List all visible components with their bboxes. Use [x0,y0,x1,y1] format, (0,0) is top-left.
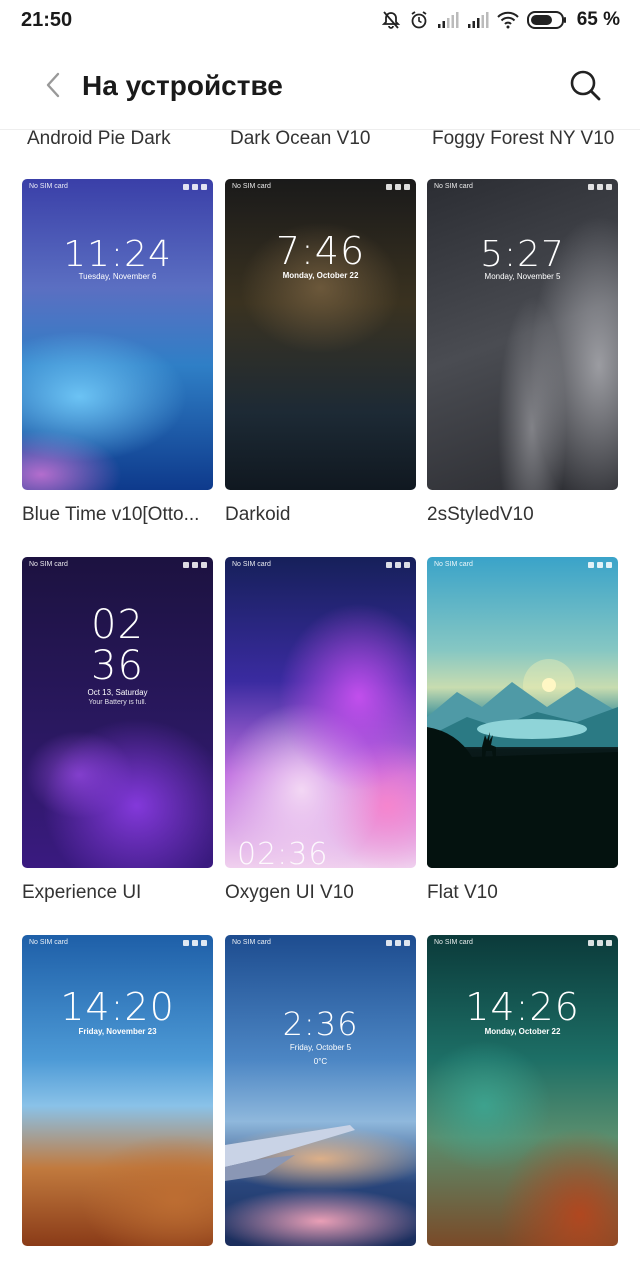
mute-bell-icon [381,11,400,29]
battery-percent: 65 % [576,9,620,30]
thumbnail-clock: 5:27 [480,234,565,275]
theme-card[interactable]: No SIM card 02:36 Oxygen UI V10 [225,557,416,904]
theme-card[interactable]: No SIM card 7:46 Monday, October 22 Dark… [225,179,416,526]
thumbnail-date: Monday, November 5 [484,272,561,281]
page-title: На устройстве [82,70,283,101]
theme-thumbnail[interactable]: No SIM card 14:26 Monday, October 22 [427,935,618,1246]
theme-label: 2sStyledV10 [427,504,534,525]
no-sim-label: No SIM card [29,939,68,946]
theme-label[interactable]: Dark Ocean V10 [230,128,370,150]
no-sim-label: No SIM card [434,939,473,946]
theme-card[interactable]: No SIM card 5:27 Monday, November 5 2sSt… [427,179,618,526]
search-icon [570,70,601,101]
theme-thumbnail[interactable]: No SIM card 2:36 Friday, October 5 0°C [225,935,416,1246]
theme-label: Blue Time v10[Otto... [22,504,200,525]
theme-card[interactable]: No SIM card 14:26 Monday, October 22 [427,935,618,1246]
app-header: На устройстве [0,40,640,130]
theme-card[interactable]: No SIM card 14:20 Friday, November 23 [22,935,213,1246]
no-sim-label: No SIM card [434,183,473,190]
no-sim-label: No SIM card [232,183,271,190]
airplane-wing-illustration [225,1125,355,1181]
thumbnail-clock-minutes: 36 [91,643,144,689]
theme-label: Experience UI [22,882,142,903]
search-button[interactable] [566,66,604,104]
landscape-illustration [427,659,618,868]
thumbnail-clock-hours: 02 [91,602,144,648]
theme-card[interactable]: No SIM card 11:24 Tuesday, November 6 Bl… [22,179,213,526]
theme-card[interactable]: No SIM card 02 36 Oct 13, Saturday Your … [22,557,213,904]
theme-thumbnail[interactable]: No SIM card 02 36 Oct 13, Saturday Your … [22,557,213,868]
theme-grid: Android Pie Dark Dark Ocean V10 Foggy Fo… [0,124,640,1280]
theme-label: Flat V10 [427,882,498,903]
thumbnail-clock: 02:36 [237,837,329,868]
theme-thumbnail[interactable]: No SIM card 02:36 [225,557,416,868]
thumbnail-date: Monday, October 22 [282,271,359,280]
thumbnail-date: Oct 13, Saturday [87,688,148,697]
battery-icon [526,11,566,29]
signal-icon [467,12,489,28]
theme-thumbnail[interactable]: No SIM card 11:24 Tuesday, November 6 [22,179,213,490]
status-bar: 21:50 65 % [0,0,640,40]
theme-thumbnail[interactable]: No SIM card [427,557,618,868]
alarm-icon [411,11,427,29]
theme-label[interactable]: Android Pie Dark [27,128,171,150]
chevron-left-icon [46,72,60,98]
theme-card[interactable]: No SIM card 2:36 Friday, October 5 0°C [225,935,416,1246]
theme-thumbnail[interactable]: No SIM card 5:27 Monday, November 5 [427,179,618,490]
status-time: 21:50 [21,9,73,31]
theme-thumbnail[interactable]: No SIM card 7:46 Monday, October 22 [225,179,416,490]
thumbnail-date: Tuesday, November 6 [78,272,157,281]
thumbnail-clock: 11:24 [63,234,172,275]
theme-label: Oxygen UI V10 [225,882,354,903]
signal-icon [437,12,459,28]
theme-card[interactable]: No SIM card Flat V10 [427,557,618,904]
thumbnail-clock: 14:20 [60,985,175,1029]
theme-label: Darkoid [225,504,291,525]
no-sim-label: No SIM card [29,183,68,190]
no-sim-label: No SIM card [29,561,68,568]
status-icons: 65 % [381,8,620,32]
theme-thumbnail[interactable]: No SIM card 14:20 Friday, November 23 [22,935,213,1246]
thumbnail-date: Friday, November 23 [78,1027,157,1036]
thumbnail-date: Monday, October 22 [484,1027,561,1036]
wifi-icon [496,11,519,29]
thumbnail-clock: 7:46 [275,229,366,273]
no-sim-label: No SIM card [232,561,271,568]
thumbnail-clock: 14:26 [465,985,580,1029]
thumbnail-note: Your Battery is full. [88,699,147,706]
theme-label[interactable]: Foggy Forest NY V10 [432,128,614,150]
back-button[interactable] [36,68,70,102]
